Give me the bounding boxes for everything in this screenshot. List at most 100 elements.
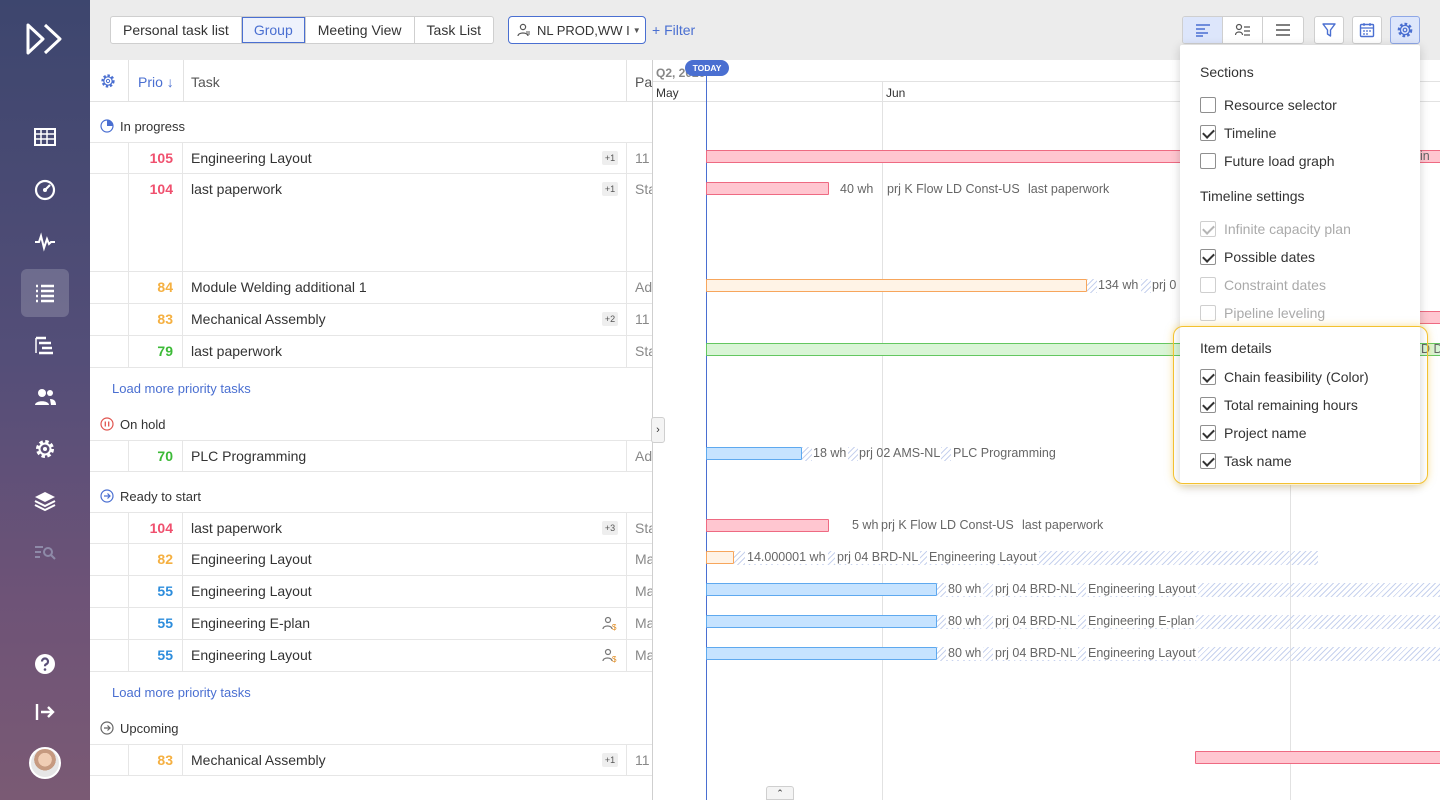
task-row[interactable]: 55 Engineering Layout Ma (90, 576, 652, 608)
timeline-month: Jun (886, 86, 906, 100)
checkbox (1200, 305, 1216, 321)
group-on-hold[interactable]: On hold (90, 408, 652, 440)
checkbox[interactable] (1200, 369, 1216, 385)
group-upcoming[interactable]: Upcoming (90, 712, 652, 744)
task-bar[interactable] (1195, 751, 1440, 764)
task-priority: 84 (128, 272, 183, 303)
checkbox[interactable] (1200, 397, 1216, 413)
task-bar[interactable] (706, 182, 829, 195)
option-chain-feasibility[interactable]: Chain feasibility (Color) (1200, 367, 1369, 387)
help-button[interactable] (21, 640, 69, 688)
option-future-load-graph[interactable]: Future load graph (1200, 151, 1335, 171)
task-row[interactable]: 55 Engineering E-plan $ Ma (90, 608, 652, 640)
option-task-name[interactable]: Task name (1200, 451, 1292, 471)
gantt-icon (35, 336, 53, 355)
task-bar[interactable] (706, 447, 802, 460)
layout-resource-button[interactable] (1223, 17, 1263, 43)
bar-hours: 40 wh (840, 182, 874, 196)
layout-list-button[interactable] (1263, 17, 1303, 43)
avatar[interactable] (29, 747, 61, 779)
option-label: Pipeline leveling (1224, 305, 1326, 321)
progress-pie-icon (100, 119, 114, 133)
calendar-icon (1359, 23, 1375, 38)
task-row[interactable]: 104 last paperwork +1 Sta (90, 174, 652, 272)
option-infinite-capacity-plan: Infinite capacity plan (1200, 219, 1351, 239)
expand-bottom-button[interactable]: ⌃ (766, 786, 794, 800)
sidebar-item-activity[interactable] (21, 217, 69, 265)
tab-group[interactable]: Group (241, 17, 306, 43)
sidebar-item-task-list[interactable] (21, 269, 69, 317)
task-bar[interactable] (706, 551, 734, 564)
task-bar[interactable] (706, 279, 1087, 292)
count-badge: +1 (602, 182, 618, 196)
sidebar-item-users[interactable] (21, 373, 69, 421)
checkbox[interactable] (1200, 453, 1216, 469)
option-resource-selector[interactable]: Resource selector (1200, 95, 1337, 115)
sidebar-item-gantt[interactable] (21, 321, 69, 369)
tab-meeting-view[interactable]: Meeting View (306, 17, 415, 43)
user-list-icon (1234, 23, 1250, 36)
svg-text:$: $ (612, 655, 617, 663)
analytics-icon (35, 546, 56, 560)
activity-icon (35, 232, 55, 252)
group-in-progress[interactable]: In progress (90, 110, 652, 142)
tab-personal-task-list[interactable]: Personal task list (111, 17, 242, 43)
option-timeline[interactable]: Timeline (1200, 123, 1276, 143)
sidebar-item-analytics[interactable] (21, 529, 69, 577)
task-row[interactable]: 79 last paperwork Sta (90, 336, 652, 368)
task-project: Ma (626, 576, 652, 607)
task-bar[interactable] (706, 647, 937, 660)
settings-button[interactable] (1390, 16, 1420, 44)
project-column-header[interactable]: Pa (635, 74, 652, 90)
task-row[interactable]: 82 Engineering Layout Ma (90, 544, 652, 576)
task-row[interactable]: 83 Mechanical Assembly +1 11 (90, 744, 652, 776)
checkbox[interactable] (1200, 97, 1216, 113)
bar-project: prj 0 (1152, 278, 1177, 292)
option-possible-dates[interactable]: Possible dates (1200, 247, 1315, 267)
checkbox[interactable] (1200, 125, 1216, 141)
task-row[interactable]: 104 last paperwork +3 Sta (90, 512, 652, 544)
task-priority: 104 (128, 513, 183, 543)
sidebar-item-dashboard[interactable] (21, 165, 69, 213)
logo-icon[interactable] (25, 22, 65, 56)
task-bar[interactable] (706, 519, 829, 532)
task-bar[interactable] (706, 583, 937, 596)
group-ready-to-start[interactable]: Ready to start (90, 480, 652, 512)
task-bar[interactable] (706, 615, 937, 628)
task-name: Mechanical Assembly (191, 752, 326, 768)
count-badge: +1 (602, 753, 618, 767)
task-row[interactable]: 70 PLC Programming Ad (90, 440, 652, 472)
load-more-link[interactable]: Load more priority tasks (112, 381, 251, 396)
load-more-link[interactable]: Load more priority tasks (112, 685, 251, 700)
checkbox[interactable] (1200, 249, 1216, 265)
layout-list-timeline-button[interactable] (1183, 17, 1223, 43)
prio-column-header[interactable]: Prio ↓ (138, 74, 174, 90)
task-row[interactable]: 105 Engineering Layout +1 11 (90, 142, 652, 174)
tab-task-list[interactable]: Task List (415, 17, 493, 43)
option-label: Infinite capacity plan (1224, 221, 1351, 237)
filter-button[interactable]: + Filter (652, 16, 695, 44)
calendar-button[interactable] (1352, 16, 1382, 44)
task-priority: 55 (128, 608, 183, 639)
bar-label: D D (1421, 342, 1440, 356)
option-label: Project name (1224, 425, 1307, 441)
option-total-remaining-hours[interactable]: Total remaining hours (1200, 395, 1358, 415)
sidebar-item-layers[interactable] (21, 477, 69, 525)
task-priority: 70 (128, 441, 183, 471)
task-row[interactable]: 55 Engineering Layout $ Ma (90, 640, 652, 672)
resource-selector[interactable]: NL PROD,WW I ▼ (508, 16, 646, 44)
collapse-pane-button[interactable]: › (651, 417, 665, 443)
sidebar-item-grid[interactable] (21, 113, 69, 161)
task-row[interactable]: 84 Module Welding additional 1 Ad (90, 272, 652, 304)
task-column-header[interactable]: Task (191, 74, 220, 90)
logout-button[interactable] (21, 688, 69, 736)
column-settings-icon[interactable] (100, 73, 116, 89)
sidebar-item-settings[interactable] (21, 425, 69, 473)
option-label: Timeline (1224, 125, 1277, 141)
checkbox[interactable] (1200, 153, 1216, 169)
dependency-button[interactable] (1314, 16, 1344, 44)
task-row[interactable]: 83 Mechanical Assembly +2 11 (90, 304, 652, 336)
option-project-name[interactable]: Project name (1200, 423, 1306, 443)
bar-hours: 14.000001 wh (745, 550, 828, 564)
checkbox[interactable] (1200, 425, 1216, 441)
